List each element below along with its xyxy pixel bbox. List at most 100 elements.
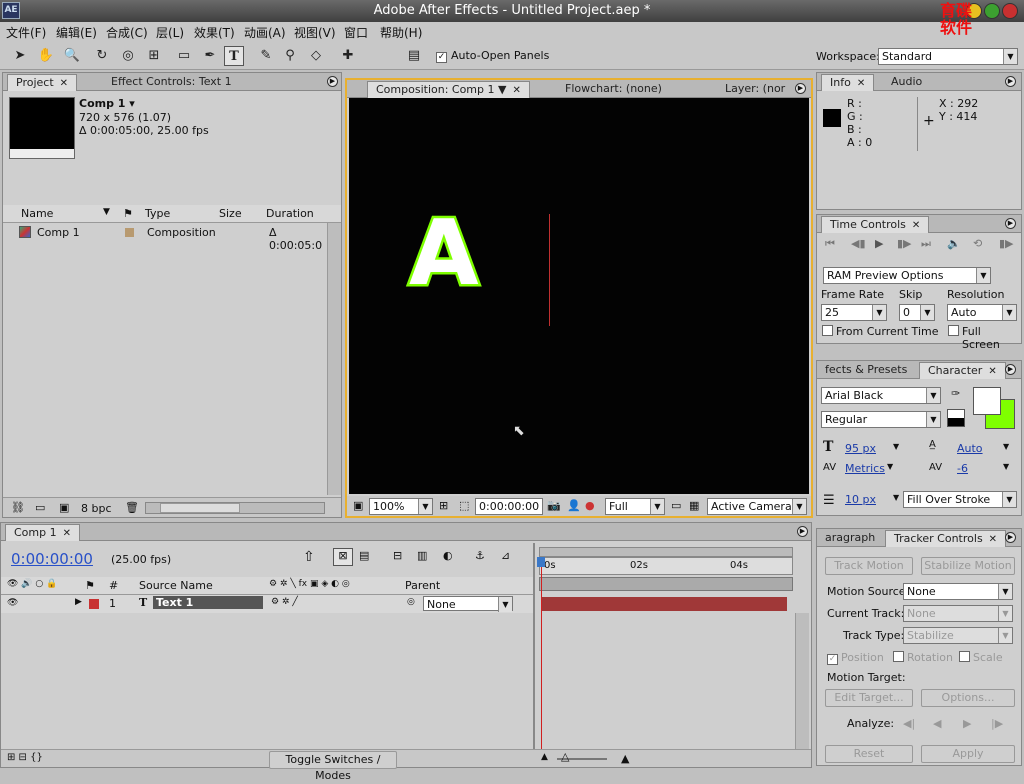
panel-menu-icon[interactable]: ▶: [795, 83, 806, 94]
panel-menu-icon[interactable]: ▶: [1005, 364, 1016, 375]
new-comp-icon[interactable]: ▣: [59, 501, 69, 514]
column-type[interactable]: Type: [145, 207, 170, 220]
work-area-bar[interactable]: [539, 547, 793, 557]
current-time-indicator[interactable]: [541, 557, 542, 749]
visibility-icon[interactable]: 👁: [7, 598, 18, 608]
first-frame-icon[interactable]: ⏮: [825, 237, 835, 251]
menu-edit[interactable]: 编辑(E): [56, 24, 97, 41]
maximize-button[interactable]: [984, 3, 1000, 19]
eyedropper-icon[interactable]: ✑: [951, 387, 960, 400]
region-icon[interactable]: ▭: [671, 499, 681, 512]
analyze-back-1-icon[interactable]: ◀|: [903, 717, 915, 730]
panel-toggle-icon[interactable]: ▤: [404, 46, 424, 66]
from-current-checkbox[interactable]: [822, 325, 833, 336]
motion-source-select[interactable]: None ▼: [903, 583, 1013, 600]
scale-checkbox[interactable]: [959, 651, 970, 662]
resolution-select[interactable]: Auto ▼: [947, 304, 1017, 321]
tab-flowchart[interactable]: Flowchart: (none): [557, 81, 670, 98]
ram-preview-icon[interactable]: ▮▶: [999, 237, 1014, 250]
analyze-forward-icon[interactable]: ▶: [963, 717, 971, 730]
zoom-tool-icon[interactable]: 🔍: [62, 46, 82, 66]
menu-effect[interactable]: 效果(T): [194, 24, 235, 41]
comp-name[interactable]: Comp 1 ▾: [79, 97, 135, 110]
menu-help[interactable]: 帮助(H): [380, 24, 422, 41]
menu-composition[interactable]: 合成(C): [106, 24, 148, 41]
swap-colors-icon[interactable]: [947, 409, 965, 427]
show-snapshot-icon[interactable]: 👤: [567, 499, 581, 512]
eraser-icon[interactable]: ◇: [306, 46, 326, 66]
full-screen-checkbox[interactable]: [948, 325, 959, 336]
font-size-value[interactable]: 95 px: [845, 442, 876, 455]
sort-arrow-icon[interactable]: ▼: [103, 207, 110, 217]
label-swatch[interactable]: [125, 228, 134, 237]
frame-rate-select[interactable]: 25 ▼: [821, 304, 887, 321]
panel-menu-icon[interactable]: ▶: [1005, 218, 1016, 229]
tab-composition[interactable]: Composition: Comp 1 ▼ ✕: [367, 81, 530, 98]
expand-layer-icon[interactable]: ▶: [75, 597, 82, 607]
selection-tool-icon[interactable]: ➤: [10, 46, 30, 66]
layer-label-color[interactable]: [89, 599, 99, 609]
panel-menu-icon[interactable]: ▶: [797, 526, 808, 537]
timeline-splitter[interactable]: [533, 543, 535, 767]
clone-stamp-icon[interactable]: ⚲: [280, 46, 300, 66]
text-layer-glyph[interactable]: A: [407, 201, 482, 306]
tab-audio[interactable]: Audio: [883, 74, 930, 91]
tracking-value[interactable]: -6: [957, 462, 968, 475]
orbit-camera-icon[interactable]: ◎: [118, 46, 138, 66]
column-parent[interactable]: Parent: [405, 579, 440, 592]
project-hscrollbar[interactable]: [145, 502, 325, 514]
font-family-select[interactable]: Arial Black ▼: [821, 387, 941, 404]
interpret-footage-icon[interactable]: ⛓: [11, 501, 25, 514]
footer-toggle-icons[interactable]: ⊞ ⊟ {}: [7, 752, 43, 763]
column-duration[interactable]: Duration: [266, 207, 314, 220]
live-update-icon[interactable]: ⇧: [303, 549, 315, 565]
zoom-out-icon[interactable]: ▲: [541, 752, 548, 762]
track-type-select[interactable]: Stabilize ▼: [903, 627, 1013, 644]
transparency-grid-icon[interactable]: ▦: [689, 499, 699, 512]
grid-icon[interactable]: ⊞: [439, 499, 448, 512]
fill-color-swatch[interactable]: [973, 387, 1001, 415]
mask-icon[interactable]: ⬚: [459, 499, 469, 512]
analyze-forward-1-icon[interactable]: |▶: [991, 717, 1003, 730]
kerning-dropdown[interactable]: ▼: [887, 462, 893, 471]
zoom-in-icon[interactable]: ▲: [621, 752, 629, 765]
channel-icon[interactable]: ●: [585, 499, 595, 512]
track-motion-button[interactable]: Track Motion: [825, 557, 913, 575]
rotation-tool-icon[interactable]: ↻: [92, 46, 112, 66]
tracking-dropdown[interactable]: ▼: [1003, 462, 1009, 471]
tab-project[interactable]: Project ✕: [7, 74, 78, 91]
panel-menu-icon[interactable]: ▶: [327, 76, 338, 87]
comp-viewer[interactable]: A ⬉: [349, 98, 809, 494]
tab-paragraph[interactable]: aragraph: [817, 530, 883, 547]
menu-animation[interactable]: 动画(A): [244, 24, 286, 41]
leading-value[interactable]: Auto: [957, 442, 983, 455]
hand-tool-icon[interactable]: ✋: [36, 46, 56, 66]
edit-target-button[interactable]: Edit Target...: [825, 689, 913, 707]
parent-select[interactable]: None ▼: [423, 596, 513, 612]
workspace-select[interactable]: Standard ▼: [878, 48, 1018, 65]
panel-menu-icon[interactable]: ▶: [1005, 76, 1016, 87]
stroke-width-value[interactable]: 10 px: [845, 493, 876, 506]
last-frame-icon[interactable]: ⏭: [921, 237, 931, 251]
pan-behind-icon[interactable]: ⊞: [144, 46, 164, 66]
timeline-scrollbar[interactable]: [795, 613, 809, 749]
zoom-slider-thumb[interactable]: △: [561, 750, 569, 763]
ram-preview-select[interactable]: RAM Preview Options ▼: [823, 267, 991, 284]
options-button[interactable]: Options...: [921, 689, 1015, 707]
layer-name[interactable]: Text 1: [153, 596, 263, 609]
reset-button[interactable]: Reset: [825, 745, 913, 763]
tab-info[interactable]: Info ✕: [821, 74, 875, 91]
graph-editor-icon[interactable]: ⚓: [475, 549, 485, 562]
zoom-select[interactable]: 100% ▼: [369, 498, 433, 515]
tab-effects-presets[interactable]: fects & Presets: [817, 362, 915, 379]
resolution-select[interactable]: Full ▼: [605, 498, 665, 515]
timecode-field[interactable]: 0:00:00:00: [475, 498, 543, 515]
close-button[interactable]: [1002, 3, 1018, 19]
brush-tool-icon[interactable]: ✎: [256, 46, 276, 66]
kerning-value[interactable]: Metrics: [845, 462, 885, 475]
audio-icon[interactable]: 🔈: [947, 237, 961, 250]
bpc-label[interactable]: 8 bpc: [81, 502, 112, 515]
stabilize-motion-button[interactable]: Stabilize Motion: [921, 557, 1015, 575]
rectangle-mask-icon[interactable]: ▭: [174, 46, 194, 66]
pen-tool-icon[interactable]: ✒: [200, 46, 220, 66]
